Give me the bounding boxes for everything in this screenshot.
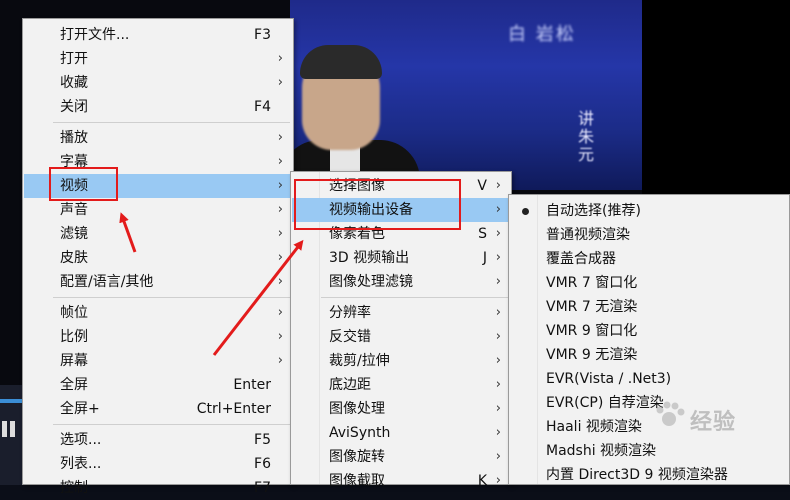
watermark-text: 经验 bbox=[690, 410, 737, 435]
arrow-to-video-item bbox=[119, 212, 137, 253]
arrow-to-output-device-item bbox=[212, 239, 304, 356]
paw-logo-icon bbox=[656, 401, 685, 426]
